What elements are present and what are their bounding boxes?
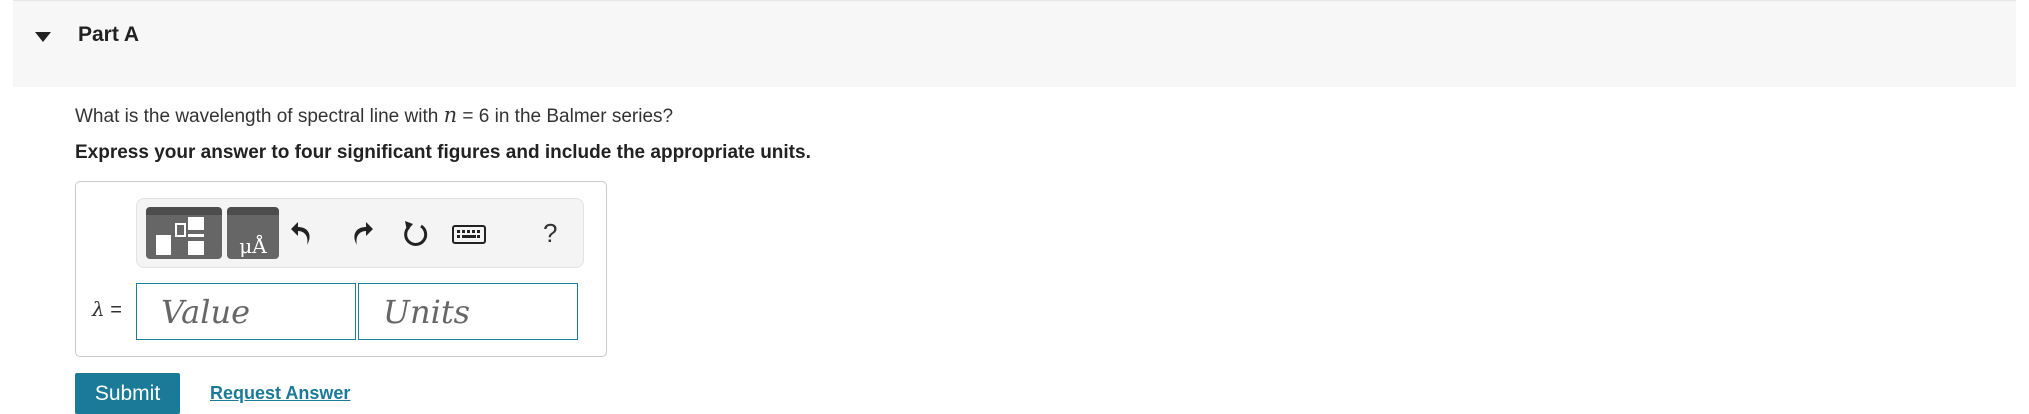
reset-icon[interactable]: [400, 219, 430, 249]
question-variable: n: [443, 103, 458, 127]
question-text: What is the wavelength of spectral line …: [75, 103, 673, 128]
part-header: Part A: [13, 0, 2016, 87]
answer-equals: =: [104, 299, 122, 321]
answer-instruction: Express your answer to four significant …: [75, 142, 811, 163]
keyboard-icon[interactable]: [451, 219, 487, 249]
value-input[interactable]: [136, 283, 356, 340]
question-text-before: What is the wavelength of spectral line …: [75, 106, 444, 127]
collapse-caret-icon[interactable]: [35, 32, 51, 42]
units-button[interactable]: μÅ: [227, 207, 279, 259]
redo-icon[interactable]: [345, 219, 375, 249]
request-answer-link[interactable]: Request Answer: [210, 383, 350, 404]
answer-variable-label: λ =: [92, 297, 122, 322]
help-button[interactable]: ?: [543, 218, 557, 249]
submit-button[interactable]: Submit: [75, 373, 180, 414]
math-toolbar: μÅ ?: [136, 198, 584, 268]
templates-button[interactable]: [146, 207, 222, 259]
units-icon: μÅ: [239, 234, 267, 258]
undo-icon[interactable]: [289, 219, 319, 249]
question-text-after: = 6 in the Balmer series?: [457, 106, 674, 127]
part-title: Part A: [78, 23, 140, 46]
units-input[interactable]: [358, 283, 578, 340]
answer-symbol: λ: [92, 297, 105, 321]
answer-box: μÅ ? λ =: [75, 181, 607, 357]
